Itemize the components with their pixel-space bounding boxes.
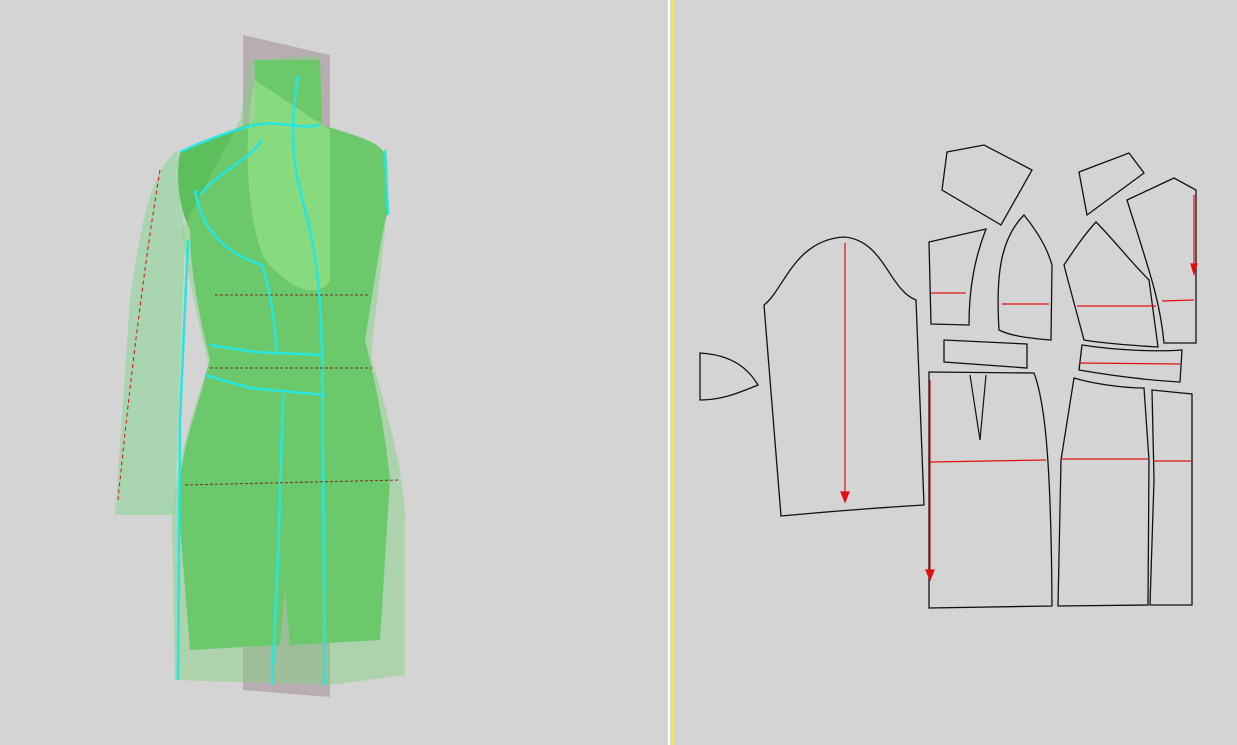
- pattern-piece-front-skirt[interactable]: [928, 371, 1053, 609]
- pattern-piece-front-side[interactable]: [928, 228, 988, 326]
- pattern-piece-back-side-skirt[interactable]: [1149, 389, 1193, 606]
- pattern-canvas[interactable]: [674, 0, 1237, 745]
- pattern-piece-sleeve[interactable]: [763, 236, 925, 517]
- 3d-mannequin[interactable]: [0, 0, 668, 745]
- 3d-view-panel[interactable]: [0, 0, 668, 745]
- pattern-piece-front-yoke[interactable]: [941, 144, 1033, 226]
- sleeve-shell: [115, 150, 185, 515]
- pattern-piece-front-center[interactable]: [997, 214, 1053, 341]
- pattern-piece-front-waistband[interactable]: [943, 339, 1028, 369]
- pattern-piece-pocket[interactable]: [699, 352, 759, 401]
- cad-workspace: [0, 0, 1237, 745]
- pattern-piece-back-skirt[interactable]: [1057, 377, 1150, 607]
- 2d-pattern-panel[interactable]: [674, 0, 1237, 745]
